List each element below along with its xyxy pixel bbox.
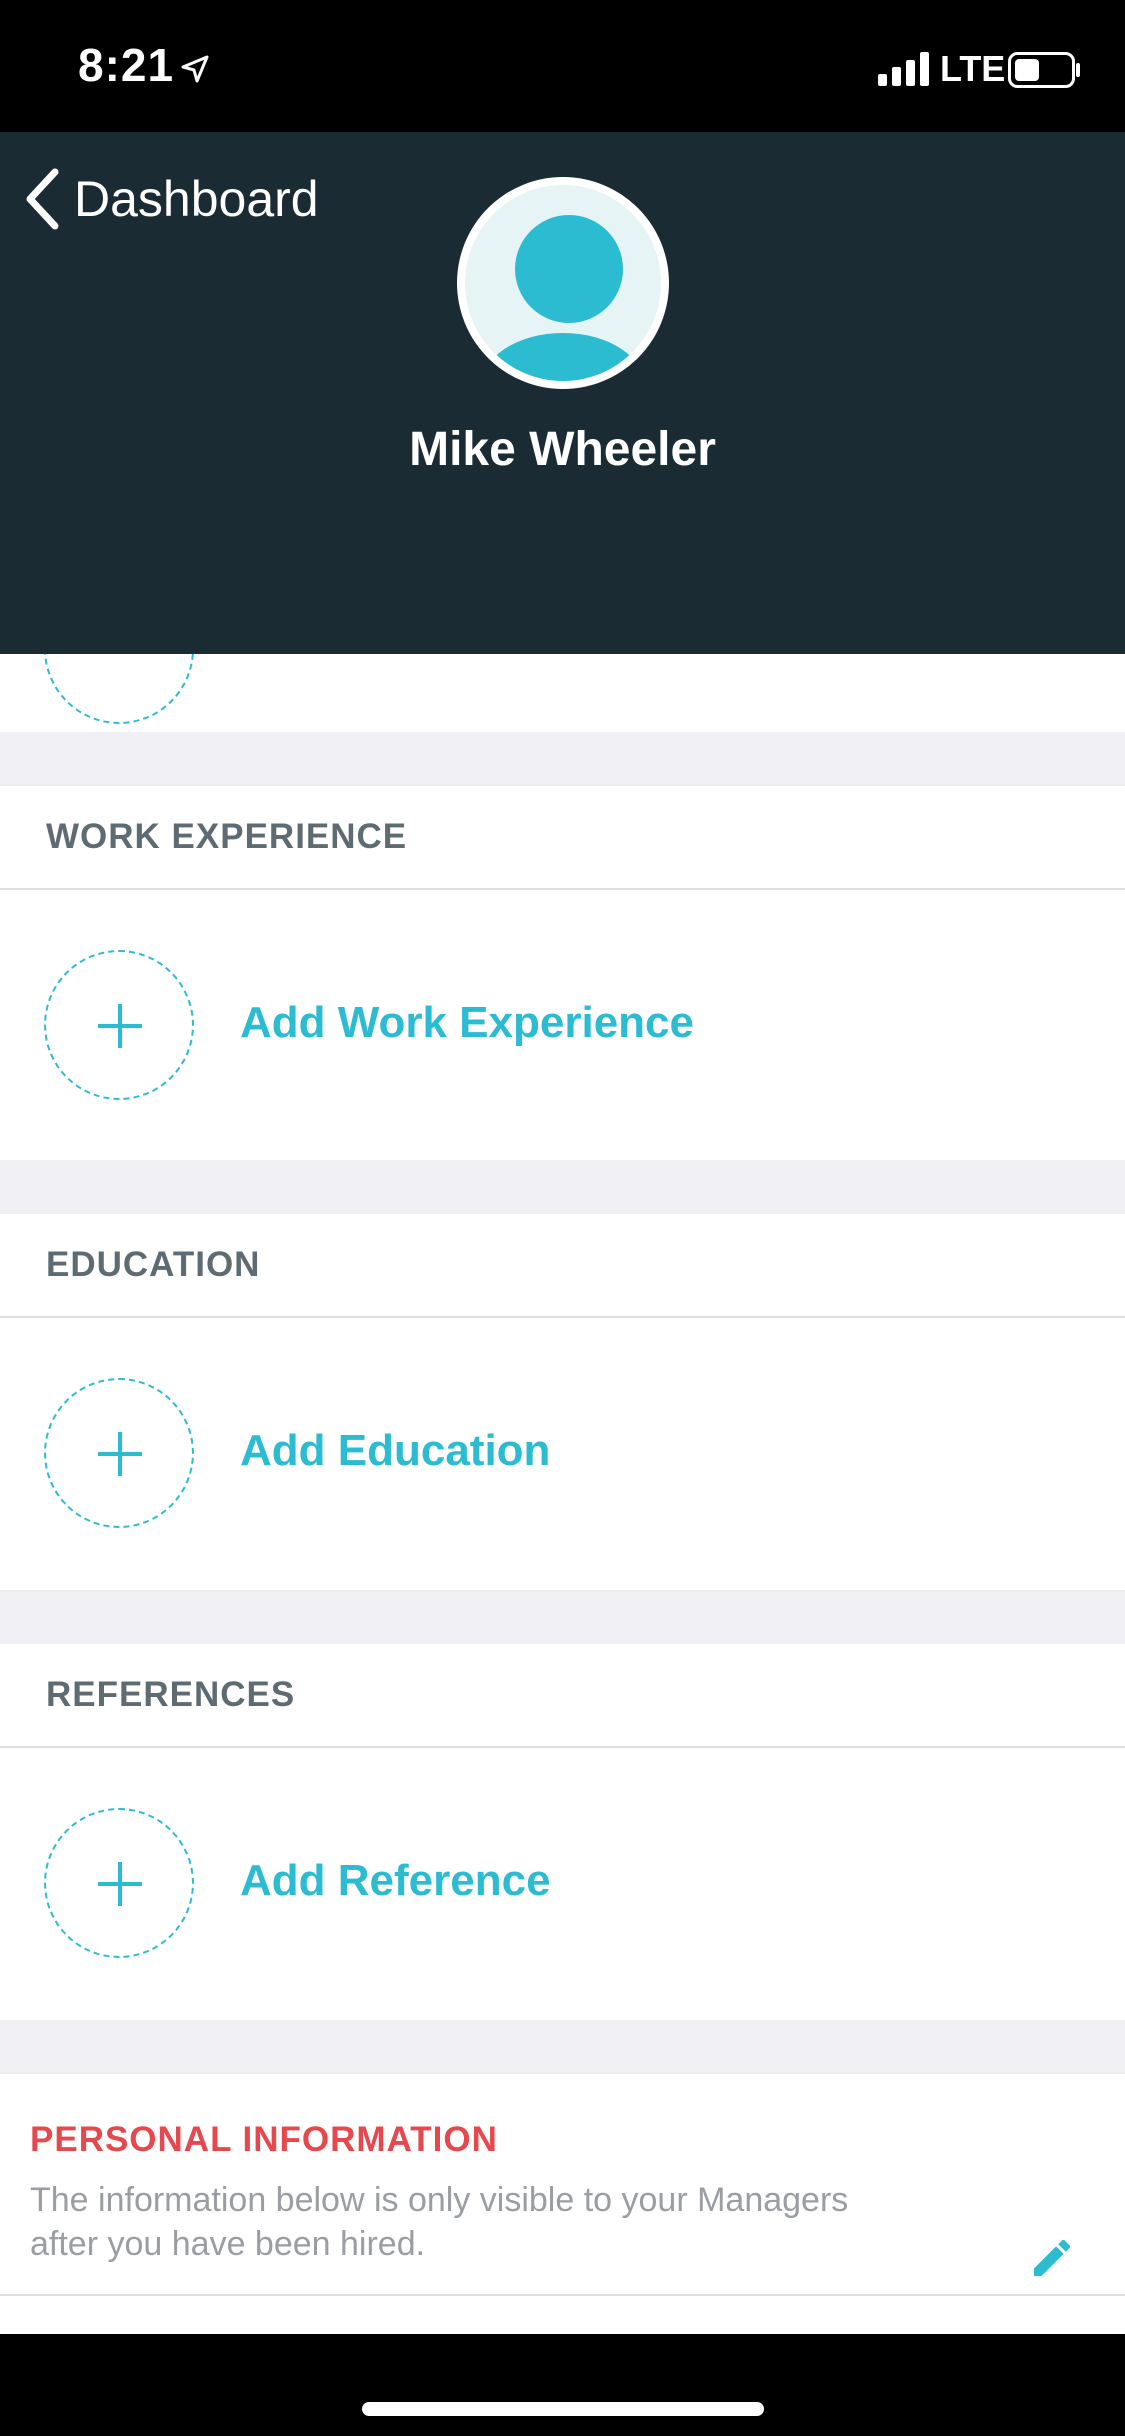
home-indicator[interactable] xyxy=(362,2402,764,2416)
chevron-left-icon xyxy=(26,168,59,230)
profile-name: Mike Wheeler xyxy=(409,423,716,476)
status-time: 8:21 xyxy=(78,39,175,91)
profile-header: Dashboard Mike Wheeler xyxy=(0,132,1125,654)
section-divider xyxy=(0,2020,1125,2074)
section-title: EDUCATION xyxy=(0,1214,1125,1318)
battery-icon xyxy=(1008,52,1080,88)
location-arrow-icon xyxy=(181,55,209,83)
add-circle xyxy=(44,950,194,1100)
add-button-label: Add Work Experience xyxy=(240,998,694,1047)
add-button-label: Add Reference xyxy=(240,1856,551,1905)
section-title: REFERENCES xyxy=(0,1644,1125,1748)
work-experience-section: WORK EXPERIENCE Add Work Experience xyxy=(0,786,1125,1160)
pencil-icon[interactable] xyxy=(1028,2234,1076,2282)
status-bar: 8:21 LTE xyxy=(0,0,1125,132)
personal-information-description: The information below is only visible to… xyxy=(30,2181,849,2263)
section-divider xyxy=(0,732,1125,786)
section-divider xyxy=(0,1160,1125,1214)
add-work-experience-button[interactable]: Add Work Experience xyxy=(0,890,1125,1160)
add-reference-button[interactable]: Add Reference xyxy=(0,1748,1125,2018)
avatar[interactable] xyxy=(457,177,669,389)
section-title: WORK EXPERIENCE xyxy=(0,786,1125,890)
back-button[interactable]: Dashboard xyxy=(24,164,319,234)
add-button-label: Add Education xyxy=(240,1426,551,1475)
partial-list-item xyxy=(0,654,1125,732)
signal-icon xyxy=(878,52,929,86)
add-circle xyxy=(44,1378,194,1528)
education-section: EDUCATION Add Education xyxy=(0,1214,1125,1588)
network-type: LTE xyxy=(940,48,1006,89)
personal-information-title: PERSONAL INFORMATION xyxy=(30,2120,498,2159)
references-section: REFERENCES Add Reference xyxy=(0,1644,1125,2018)
home-bar-area xyxy=(0,2334,1125,2436)
section-divider xyxy=(0,1590,1125,1644)
add-circle xyxy=(44,1808,194,1958)
add-education-button[interactable]: Add Education xyxy=(0,1318,1125,1588)
personal-information-section: PERSONAL INFORMATION The information bel… xyxy=(0,2074,1125,2296)
dashed-circle-icon xyxy=(44,654,194,724)
avatar-placeholder-icon xyxy=(465,185,661,381)
back-button-label: Dashboard xyxy=(74,171,319,227)
